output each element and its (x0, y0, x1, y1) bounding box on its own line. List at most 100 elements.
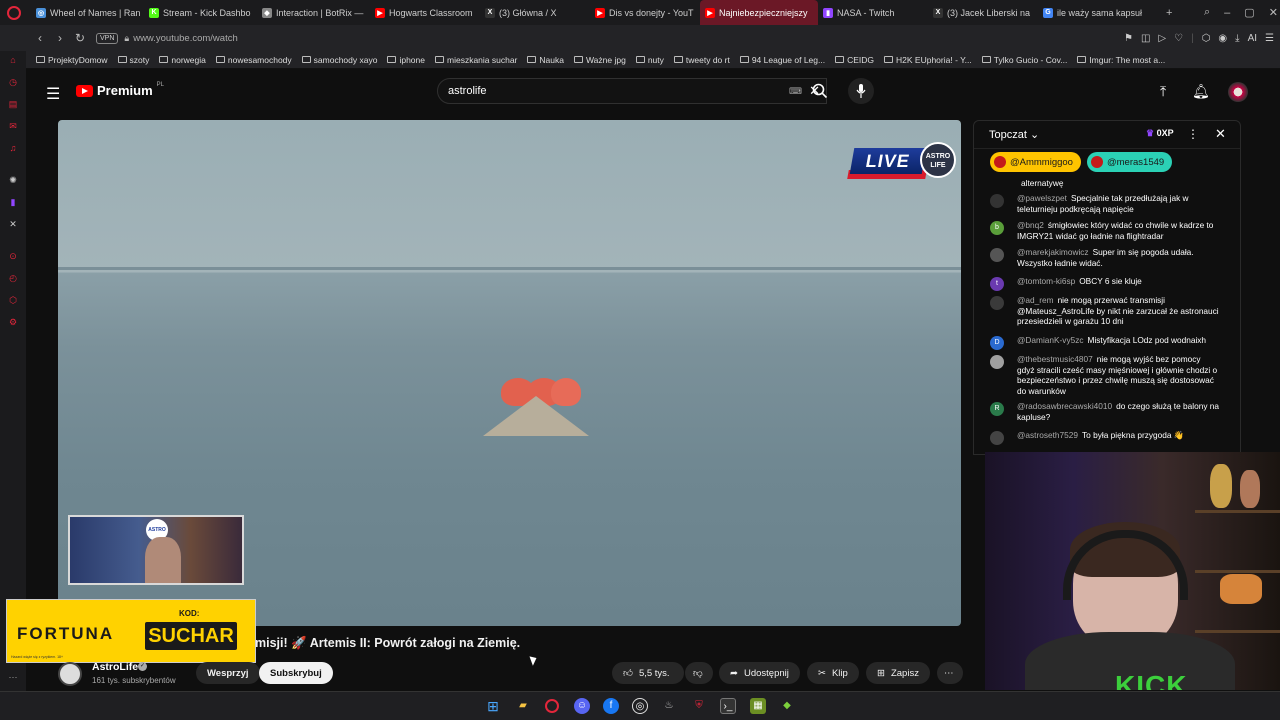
bookmark-item[interactable]: ProjektyDomow (32, 55, 112, 65)
discord-icon[interactable]: ☺ (574, 698, 590, 714)
extensions-sidebar-icon[interactable]: ⬡ (7, 294, 19, 306)
browser-tab[interactable]: X (3) Główna / X (480, 0, 590, 25)
play-icon[interactable]: ▷ (1158, 33, 1166, 44)
new-tab-button[interactable]: + (1166, 0, 1172, 25)
steam-icon[interactable]: ♨ (661, 698, 677, 714)
chat-xp-badge[interactable]: ♛ 0XP (1146, 128, 1174, 139)
x-icon[interactable]: ✕ (7, 218, 19, 230)
player-icon[interactable]: ⊙ (7, 250, 19, 262)
profile-icon[interactable]: ◉ (1218, 33, 1227, 44)
bookmark-item[interactable]: Ważne jpg (570, 55, 630, 65)
chat-author-avatar[interactable]: R (990, 402, 1004, 416)
browser-tab[interactable]: ◎ Wheel of Names | Ran (31, 0, 144, 25)
shield-icon[interactable]: ⛨ (691, 698, 707, 714)
aria-ai-icon[interactable]: AI (1248, 33, 1257, 44)
notifications-bell-icon[interactable]: 🔔︎ (1192, 83, 1210, 100)
chat-author[interactable]: @DamianK-vy5zc (1017, 335, 1084, 345)
terminal-icon[interactable]: ›_ (720, 698, 736, 714)
chat-more-icon[interactable]: ⋮ (1187, 127, 1199, 141)
browser-tab[interactable]: K Stream - Kick Dashbo (144, 0, 257, 25)
hamburger-menu-icon[interactable]: ☰ (46, 84, 60, 104)
youtube-premium-logo[interactable]: Premium PL (76, 82, 164, 98)
bookmark-item[interactable]: Imgur: The most a... (1073, 55, 1169, 65)
menu-icon[interactable]: ☰ (1265, 33, 1274, 44)
keyboard-icon[interactable]: ⌨ (789, 86, 802, 97)
search-input[interactable]: astrolife ⌨ ✕ (437, 78, 827, 104)
chat-author[interactable]: @tomtom-ki6sp (1017, 276, 1075, 286)
more-actions-button[interactable]: ⋯ (937, 662, 963, 684)
search-button[interactable] (802, 78, 838, 104)
close-window-icon[interactable]: ✕ (1269, 6, 1278, 19)
bookmark-icon[interactable]: ⚑ (1124, 33, 1133, 44)
chat-author-avatar[interactable]: D (990, 336, 1004, 350)
bookmark-item[interactable]: 94 League of Leg... (736, 55, 829, 65)
share-button[interactable]: ➦ Udostępnij (719, 662, 800, 684)
extensions-icon[interactable]: ⬡ (1202, 33, 1211, 44)
bookmark-item[interactable]: H2K EUphoria! - Y... (880, 55, 976, 65)
chat-author[interactable]: @pawelszpet (1017, 193, 1067, 203)
chat-author[interactable]: @ad_rem (1017, 295, 1054, 305)
file-explorer-icon[interactable]: ▰ (515, 698, 531, 714)
browser-tab[interactable]: ▮ NASA - Twitch (818, 0, 928, 25)
chat-message-list[interactable]: alternatywę @pawelszpet Specjalnie tak prz… (974, 176, 1240, 454)
chat-author-avatar[interactable]: b (990, 221, 1004, 235)
chat-author[interactable]: @marekjakimowicz (1017, 247, 1089, 257)
minimize-icon[interactable]: – (1224, 7, 1230, 19)
bookmark-item[interactable]: nowesamochody (212, 55, 296, 65)
music-icon[interactable]: ♫ (7, 142, 19, 154)
heart-icon[interactable]: ♡ (1174, 33, 1183, 44)
history-icon[interactable]: ◷ (7, 76, 19, 88)
settings-icon[interactable]: ⚙ (7, 316, 19, 328)
chat-author-avatar[interactable] (990, 296, 1004, 310)
clip-button[interactable]: ✂ Klip (807, 662, 859, 684)
subscribe-button[interactable]: Subskrybuj (259, 662, 333, 684)
bookmark-item[interactable]: iphone (383, 55, 429, 65)
windows-start-icon[interactable]: ⊞ (485, 698, 501, 714)
snapshot-icon[interactable]: ◫ (1141, 33, 1150, 44)
home-icon[interactable]: ⌂ (7, 54, 19, 66)
vpn-badge[interactable]: VPN (96, 32, 119, 44)
dislike-button[interactable]: 👎︎ (685, 662, 713, 684)
download-icon[interactable]: ⤓ (1235, 33, 1239, 44)
browser-tab[interactable]: ▶ Hogwarts Classroom (370, 0, 480, 25)
bookmark-item[interactable]: norwegia (155, 55, 210, 65)
app-icon[interactable]: ◆ (779, 698, 795, 714)
facebook-icon[interactable]: f (603, 698, 619, 714)
maximize-icon[interactable]: ▢ (1244, 6, 1254, 19)
bookmark-item[interactable]: samochody xayo (298, 55, 382, 65)
bookmark-item[interactable]: szoty (114, 55, 154, 65)
browser-tab[interactable]: ▶ Najniebezpieczniejszy (700, 0, 818, 25)
browser-tab[interactable]: ◆ Interaction | BotRix — (257, 0, 370, 25)
channel-avatar[interactable] (58, 662, 82, 686)
upload-icon[interactable]: ⤒ (1160, 83, 1166, 100)
save-button[interactable]: ⊞ Zapisz (866, 662, 930, 684)
clock-icon[interactable]: ◴ (7, 272, 19, 284)
wallet-icon[interactable]: ▤ (7, 98, 19, 110)
chat-author-avatar[interactable] (990, 355, 1004, 369)
bookmark-item[interactable]: CEIDG (831, 55, 878, 65)
forward-icon[interactable]: › (50, 31, 70, 45)
browser-tab[interactable]: X (3) Jacek Liberski na (928, 0, 1038, 25)
user-avatar[interactable] (1228, 82, 1248, 102)
chat-author-avatar[interactable]: t (990, 277, 1004, 291)
back-icon[interactable]: ‹ (30, 31, 50, 45)
more-icon[interactable]: ⋯ (7, 671, 19, 683)
chat-author[interactable]: @thebestmusic4807 (1017, 354, 1093, 364)
opera-taskbar-icon[interactable] (545, 699, 559, 713)
opera-browser-icon[interactable] (7, 5, 21, 20)
bookmark-item[interactable]: tweety do rt (670, 55, 734, 65)
bookmark-item[interactable]: Tylko Gucio - Cov... (978, 55, 1072, 65)
chatgpt-icon[interactable]: ✺ (7, 174, 19, 186)
messenger-icon[interactable]: ✉ (7, 120, 19, 132)
voice-search-button[interactable] (848, 78, 874, 104)
url-field[interactable]: www.youtube.com/watch (133, 33, 238, 44)
bookmark-item[interactable]: mieszkania suchar (431, 55, 521, 65)
minecraft-icon[interactable]: ▦ (750, 698, 766, 714)
like-button[interactable]: 👍︎ 5,5 tys. (612, 662, 684, 684)
twitch-icon[interactable]: ▮ (7, 196, 19, 208)
bookmark-item[interactable]: nuty (632, 55, 668, 65)
chat-author[interactable]: @astroseth7529 (1017, 430, 1078, 440)
browser-tab[interactable]: Gile waży sama kapsuł (1038, 0, 1148, 25)
chat-author-avatar[interactable] (990, 431, 1004, 445)
chat-close-icon[interactable]: ✕ (1215, 126, 1226, 142)
